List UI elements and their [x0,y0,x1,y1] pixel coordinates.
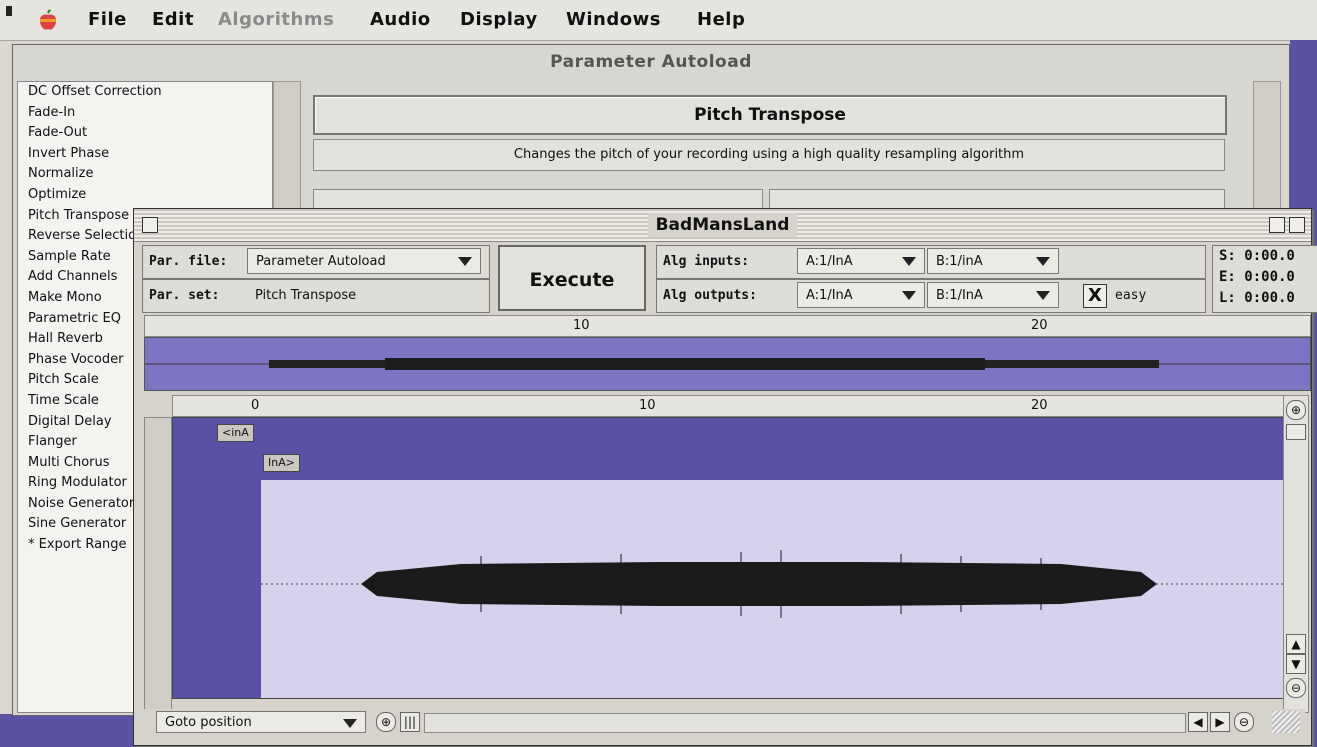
input-b-popup[interactable]: B:1/inA [927,248,1059,274]
alg-inputs-panel: Alg inputs: A:1/InA B:1/inA [656,245,1206,279]
easy-checkbox[interactable]: X [1083,284,1107,308]
algorithm-description: Changes the pitch of your recording usin… [313,139,1225,171]
input-a-popup[interactable]: A:1/InA [797,248,925,274]
alg-outputs-panel: Alg outputs: A:1/InA B:1/InA X easy [656,279,1206,313]
list-item[interactable]: Fade-In [18,103,272,124]
selection-info-panel: S: 0:00.0 E: 0:00.0 L: 0:00.0 [1212,245,1317,313]
output-a-value: A:1/InA [806,288,853,303]
close-box-icon[interactable] [142,217,158,233]
list-item[interactable]: DC Offset Correction [18,82,272,103]
status-bar: Goto position ⊕ ||| ◀ ▶ ⊖ [142,709,1305,735]
track-chip-output[interactable]: InA> [263,454,300,472]
scroll-thumb[interactable] [1286,424,1306,440]
list-item[interactable]: Fade-Out [18,123,272,144]
par-set-panel: Par. set: Pitch Transpose [142,279,490,313]
menu-windows[interactable]: Windows [566,9,661,30]
selection-start: S: 0:00.0 [1219,248,1295,264]
execute-button[interactable]: Execute [498,245,646,311]
menu-display[interactable]: Display [460,9,538,30]
chevron-down-icon [1036,257,1050,266]
scroll-down-icon[interactable]: ▼ [1286,654,1306,674]
menu-bar: File Edit Algorithms Audio Display Windo… [0,0,1317,41]
overview-ruler[interactable]: 10 20 [144,315,1311,337]
track-header-column [144,417,172,711]
output-a-popup[interactable]: A:1/InA [797,282,925,308]
selection-end: E: 0:00.0 [1219,269,1295,285]
scroll-left-icon[interactable]: ◀ [1188,712,1208,732]
corner-mark [6,6,12,16]
tick-label: 20 [1031,398,1048,413]
zoom-box-icon[interactable] [1269,217,1285,233]
par-set-label: Par. set: [149,288,220,303]
desktop-background-bottom [0,714,140,747]
waveform-track[interactable] [261,480,1284,698]
output-b-popup[interactable]: B:1/InA [927,282,1059,308]
window-title: BadMansLand [647,213,798,237]
tick-label: 20 [1031,318,1048,333]
zoom-in-icon[interactable]: ⊕ [376,712,396,732]
goto-position-label: Goto position [165,715,252,730]
waveform-graphic [261,550,1284,618]
horizontal-scrollbar[interactable] [424,713,1186,733]
tick-label: 10 [573,318,590,333]
window-titlebar[interactable]: BadMansLand [134,209,1311,242]
menu-file[interactable]: File [88,9,127,30]
waveform-view[interactable]: <inA InA> [172,417,1285,699]
scroll-right-icon[interactable]: ▶ [1210,712,1230,732]
alg-inputs-label: Alg inputs: [663,254,750,269]
par-file-label: Par. file: [149,254,228,269]
par-set-value: Pitch Transpose [255,288,357,303]
menu-audio[interactable]: Audio [370,9,431,30]
list-item[interactable]: Normalize [18,164,272,185]
control-panel: Par. file: Parameter Autoload Par. set: … [142,243,1317,317]
zoom-out-icon[interactable]: ⊖ [1286,678,1306,698]
scroll-up-icon[interactable]: ▲ [1286,634,1306,654]
alg-outputs-label: Alg outputs: [663,288,757,303]
par-file-popup[interactable]: Parameter Autoload [247,248,481,274]
chevron-down-icon [343,719,357,728]
menu-help[interactable]: Help [697,9,745,30]
chevron-down-icon [1036,291,1050,300]
zoom-in-icon[interactable]: ⊕ [1286,400,1306,420]
algorithm-title-button[interactable]: Pitch Transpose [313,95,1227,135]
input-a-value: A:1/InA [806,254,853,269]
list-item[interactable]: Invert Phase [18,144,272,165]
zoom-out-icon[interactable]: ⊖ [1234,712,1254,732]
tick-label: 0 [251,398,260,413]
chevron-down-icon [458,257,472,266]
par-file-value: Parameter Autoload [256,254,386,269]
document-window: BadMansLand Par. file: Parameter Autoloa… [133,208,1317,746]
input-b-value: B:1/inA [936,254,983,269]
list-item[interactable]: Optimize [18,185,272,206]
track-chip-input[interactable]: <inA [217,424,254,442]
tick-label: 10 [639,398,656,413]
menu-edit[interactable]: Edit [152,9,194,30]
goto-position-popup[interactable]: Goto position [156,711,366,733]
menu-algorithms[interactable]: Algorithms [218,9,334,30]
overview-waveform-graphic [145,358,1310,370]
resize-grip-icon[interactable] [1272,711,1300,733]
overview-waveform[interactable] [144,337,1311,391]
timeline-ruler[interactable]: 0 10 20 [172,395,1285,417]
par-file-panel: Par. file: Parameter Autoload [142,245,490,279]
chevron-down-icon [902,257,916,266]
output-b-value: B:1/InA [936,288,983,303]
easy-label: easy [1115,288,1147,303]
window-title: Parameter Autoload [550,52,752,72]
collapse-box-icon[interactable] [1289,217,1305,233]
chevron-down-icon [902,291,916,300]
scroll-thumb-icon[interactable]: ||| [400,712,420,732]
selection-length: L: 0:00.0 [1219,290,1295,306]
vertical-scrollbar[interactable]: ⊕ ▲ ▼ ⊖ [1283,395,1309,713]
apple-menu-icon[interactable] [38,9,58,31]
